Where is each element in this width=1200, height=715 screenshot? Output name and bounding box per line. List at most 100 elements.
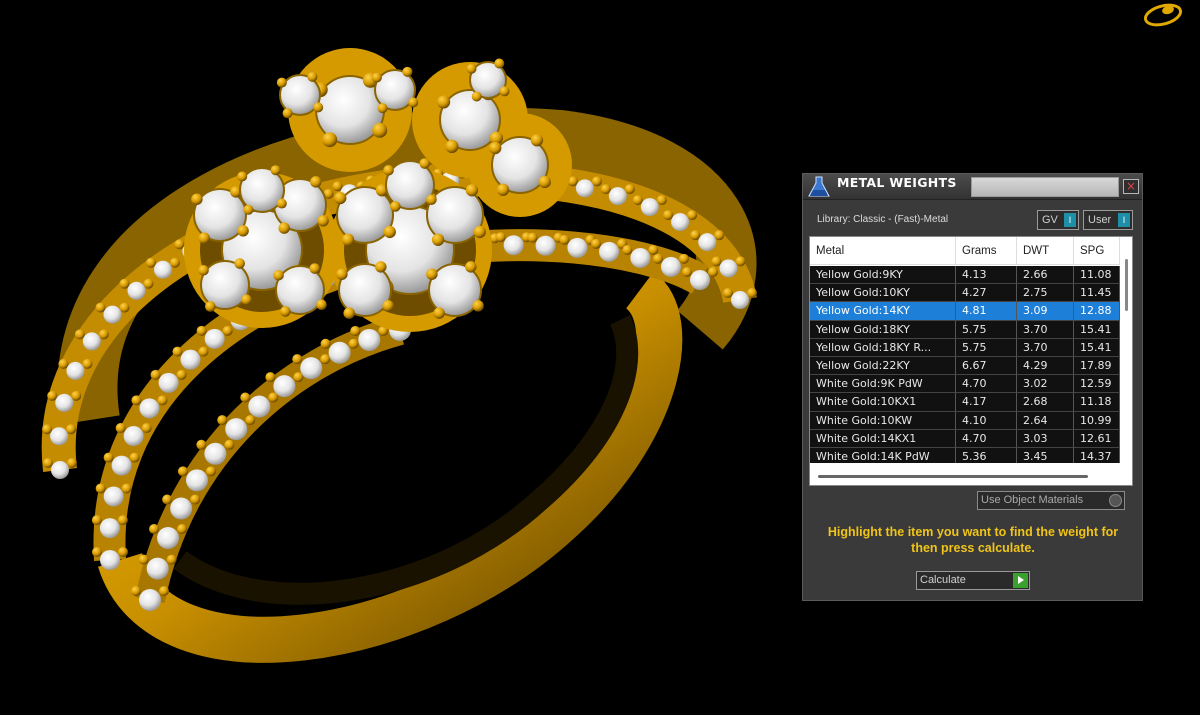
- prong-bead: [747, 288, 757, 298]
- prong-bead: [280, 306, 291, 317]
- prong-bead: [119, 302, 130, 313]
- table-row[interactable]: White Gold:14KX1 4.70 3.03 12.61: [810, 429, 1120, 448]
- prong-bead: [624, 184, 635, 195]
- prong-bead: [495, 232, 506, 243]
- table-row[interactable]: Yellow Gold:18KY R... 5.75 3.70 15.41: [810, 338, 1120, 357]
- prong-bead: [177, 466, 188, 477]
- prong-bead: [190, 494, 201, 505]
- table-cell: Yellow Gold:18KY: [810, 320, 956, 339]
- calculate-button[interactable]: Calculate: [916, 571, 1030, 590]
- prong-bead: [121, 483, 132, 494]
- user-toggle-knob: I: [1118, 213, 1130, 227]
- horizontal-scroll-thumb[interactable]: [818, 475, 1088, 478]
- column-header-spg[interactable]: SPG: [1074, 237, 1120, 265]
- prong-bead: [157, 395, 168, 406]
- prong-bead: [648, 244, 659, 255]
- prong-bead: [313, 102, 324, 113]
- table-cell: 4.70: [956, 429, 1017, 448]
- column-header-grams[interactable]: Grams: [956, 237, 1017, 265]
- horizontal-scrollbar[interactable]: [810, 467, 1132, 485]
- prong-bead: [282, 108, 293, 119]
- pave-stone: [103, 305, 122, 324]
- dialog-title: METAL WEIGHTS: [837, 175, 957, 190]
- prong-bead: [465, 261, 477, 273]
- prong-bead: [632, 195, 643, 206]
- table-cell: 3.02: [1017, 375, 1074, 394]
- vertical-scrollbar[interactable]: [1120, 237, 1132, 463]
- table-row[interactable]: Yellow Gold:18KY 5.75 3.70 15.41: [810, 320, 1120, 339]
- prong-bead: [622, 244, 633, 255]
- prong-bead: [348, 338, 359, 349]
- prong-bead: [115, 423, 126, 434]
- prong-bead: [341, 233, 355, 246]
- prong-bead: [177, 524, 188, 535]
- column-header-metal[interactable]: Metal: [810, 237, 956, 265]
- prong-bead: [198, 265, 209, 276]
- prong-bead: [530, 134, 544, 147]
- prong-bead: [292, 354, 303, 365]
- dialog-titlebar[interactable]: METAL WEIGHTS ×: [803, 174, 1142, 200]
- pave-stone: [55, 393, 74, 412]
- pave-stone: [51, 461, 69, 479]
- metal-weights-dialog: METAL WEIGHTS × Library: Classic - (Fast…: [802, 173, 1143, 601]
- table-row[interactable]: Yellow Gold:10KY 4.27 2.75 11.45: [810, 284, 1120, 303]
- table-row[interactable]: White Gold:14K PdW 5.36 3.45 14.37: [810, 447, 1120, 463]
- column-header-dwt[interactable]: DWT: [1017, 237, 1074, 265]
- pave-stone: [225, 418, 248, 441]
- table-cell: White Gold:14K PdW: [810, 447, 956, 463]
- table-row[interactable]: White Gold:9K PdW 4.70 3.02 12.59: [810, 375, 1120, 394]
- table-row[interactable]: Yellow Gold:22KY 6.67 4.29 17.89: [810, 356, 1120, 376]
- prong-bead: [656, 195, 667, 206]
- use-object-materials-toggle[interactable]: Use Object Materials: [977, 491, 1125, 510]
- pave-stone: [358, 328, 381, 351]
- table-row[interactable]: Yellow Gold:9KY 4.13 2.66 11.08: [810, 266, 1120, 285]
- prong-bead: [278, 222, 290, 234]
- prong-bead: [465, 184, 479, 197]
- table-cell: 4.81: [956, 302, 1017, 321]
- table-cell: Yellow Gold:10KY: [810, 284, 956, 303]
- prong-bead: [276, 77, 287, 88]
- prong-bead: [42, 424, 53, 435]
- prong-bead: [591, 238, 602, 249]
- ring-logo-icon: [1143, 3, 1183, 27]
- table-cell: 4.17: [956, 393, 1017, 412]
- prong-bead: [82, 358, 93, 369]
- pave-stone: [300, 357, 323, 380]
- prong-bead: [320, 354, 331, 365]
- pave-stone: [50, 427, 69, 446]
- calculate-label: Calculate: [920, 574, 966, 586]
- pave-stone: [146, 557, 169, 580]
- table-row[interactable]: White Gold:10KW 4.10 2.64 10.99: [810, 411, 1120, 430]
- prong-bead: [375, 261, 387, 273]
- table-cell: Yellow Gold:9KY: [810, 266, 956, 285]
- gv-toggle[interactable]: GV I: [1037, 210, 1079, 230]
- prong-bead: [265, 372, 276, 383]
- prong-bead: [390, 201, 401, 212]
- prong-bead: [145, 257, 156, 268]
- prong-bead: [176, 369, 187, 380]
- prong-bead: [129, 452, 140, 463]
- gv-label: GV: [1042, 214, 1058, 226]
- pave-stone: [719, 259, 738, 278]
- ring-model[interactable]: [0, 0, 800, 715]
- user-toggle[interactable]: User I: [1083, 210, 1133, 230]
- table-row[interactable]: Yellow Gold:14KY 4.81 3.09 12.88: [810, 302, 1120, 321]
- prong-bead: [95, 483, 106, 494]
- prong-bead: [652, 253, 663, 264]
- user-label: User: [1088, 214, 1112, 226]
- prong-bead: [309, 263, 320, 274]
- table-body: Yellow Gold:9KY 4.13 2.66 11.08 Yellow Gold:…: [810, 266, 1120, 463]
- prong-bead: [687, 210, 698, 221]
- table-cell: 15.41: [1074, 338, 1120, 357]
- prong-bead: [466, 63, 477, 74]
- close-button[interactable]: ×: [1123, 179, 1139, 194]
- pave-stone: [100, 550, 120, 570]
- prong-bead: [419, 158, 430, 169]
- table-row[interactable]: White Gold:10KX1 4.17 2.68 11.18: [810, 393, 1120, 412]
- prong-bead: [138, 554, 149, 565]
- vertical-scroll-thumb[interactable]: [1125, 259, 1128, 311]
- table-cell: 2.64: [1017, 411, 1074, 430]
- prong-bead: [245, 415, 256, 426]
- pave-stone: [82, 332, 101, 351]
- prong-bead: [708, 267, 718, 277]
